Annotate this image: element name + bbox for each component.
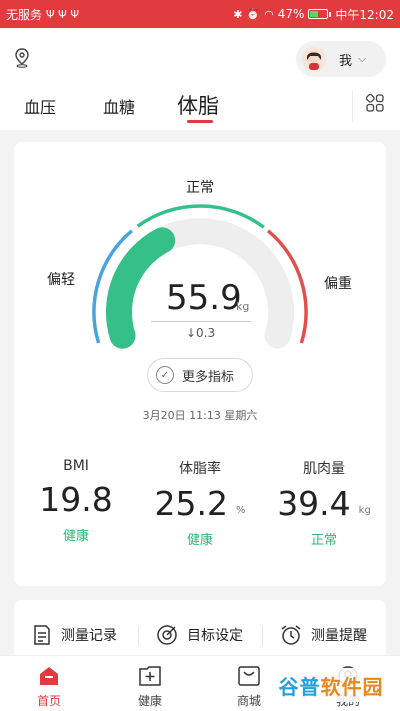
nav-health[interactable]: 健康 (120, 664, 180, 709)
metric-value: 25.2 (154, 484, 228, 523)
battery-percent: 47% (277, 7, 305, 21)
gauge-label-normal: 正常 (186, 180, 214, 196)
more-metrics-label: 更多指标 (182, 369, 235, 385)
battery-icon (308, 9, 332, 19)
quick-action-label: 测量提醒 (311, 628, 367, 644)
divider (138, 626, 139, 646)
metric-value: 39.4 (277, 484, 351, 523)
wifi-icon: ◠ (264, 7, 274, 21)
measurement-reminder-button[interactable]: 测量提醒 (280, 624, 367, 646)
measurement-records-button[interactable]: 测量记录 (32, 624, 117, 646)
metric-unit: kg (358, 505, 371, 516)
measurement-tabs: 血压 血糖 体脂 (0, 88, 400, 130)
home-icon (40, 667, 58, 685)
metric-body-fat-rate[interactable]: 体脂率 25.2% 健康 (140, 458, 260, 548)
health-icon (139, 666, 161, 686)
location-pin-icon[interactable] (14, 48, 30, 68)
profile-name: 我 (339, 53, 353, 69)
value-divider (151, 321, 251, 322)
metric-status: 健康 (186, 533, 213, 548)
nav-home[interactable]: 首页 (19, 664, 79, 709)
metric-muscle-mass[interactable]: 肌肉量 39.4 kg 正常 (264, 458, 384, 548)
more-metrics-button[interactable]: ✓ 更多指标 (147, 358, 253, 392)
record-icon (34, 625, 50, 645)
header: 我 ⌵ 血压 血糖 体脂 (0, 28, 400, 130)
body-fat-card: 正常 偏轻 偏重 55.9 kg ↓0.3 ✓ 更多指标 3月20日 11:13… (14, 142, 386, 586)
gauge-label-light: 偏轻 (47, 272, 75, 288)
metric-title: BMI (63, 458, 89, 474)
check-icon: ✓ (156, 366, 174, 384)
tab-blood-sugar[interactable]: 血糖 (103, 94, 135, 118)
profile-switcher[interactable]: 我 ⌵ (296, 41, 386, 77)
weight-delta: ↓0.3 (186, 326, 216, 340)
metric-bmi[interactable]: BMI 19.8 健康 (16, 458, 136, 544)
goal-setting-button[interactable]: 目标设定 (156, 624, 243, 646)
tabs-divider (352, 90, 353, 122)
nav-label: 首页 (36, 694, 61, 708)
usb-icon: Ψ Ψ Ψ (46, 7, 79, 21)
active-tab-indicator (187, 120, 213, 123)
quick-action-label: 测量记录 (61, 628, 117, 644)
quick-actions-card: 测量记录 目标设定 测量提醒 (14, 600, 386, 660)
chevron-down-icon: ⌵ (358, 52, 367, 65)
status-bar: 无服务 Ψ Ψ Ψ ✱ ⏰ ◠ 47% 中午12:02 (0, 0, 400, 28)
grid-menu-icon[interactable] (366, 94, 384, 112)
shop-icon (238, 666, 260, 686)
metric-status: 正常 (310, 533, 337, 548)
metric-value: 19.8 (39, 480, 113, 519)
metric-unit: % (235, 505, 246, 516)
alarm-status-icon: ⏰ (246, 7, 261, 21)
carrier-text: 无服务 (6, 7, 43, 22)
metric-status: 健康 (62, 529, 89, 544)
gauge-label-heavy: 偏重 (324, 276, 352, 292)
clock: 中午12:02 (335, 7, 394, 22)
nav-label: 健康 (137, 694, 162, 708)
quick-action-label: 目标设定 (187, 628, 243, 644)
weight-unit: kg (236, 300, 250, 313)
avatar (301, 46, 327, 72)
weight-value: 55.9 (166, 278, 242, 318)
alarm-icon (281, 625, 301, 645)
bluetooth-icon: ✱ (233, 7, 243, 21)
measurement-date: 3月20日 11:13 星期六 (142, 409, 258, 422)
metric-title: 肌肉量 (303, 461, 345, 477)
tab-blood-pressure[interactable]: 血压 (24, 94, 56, 118)
divider (262, 626, 263, 646)
metric-title: 体脂率 (179, 461, 221, 477)
target-icon (157, 625, 177, 645)
nav-shop[interactable]: 商城 (219, 664, 279, 709)
nav-label: 商城 (236, 694, 261, 708)
watermark: 谷普 软件园 (272, 668, 390, 702)
tab-body-fat[interactable]: 体脂 (177, 90, 219, 120)
